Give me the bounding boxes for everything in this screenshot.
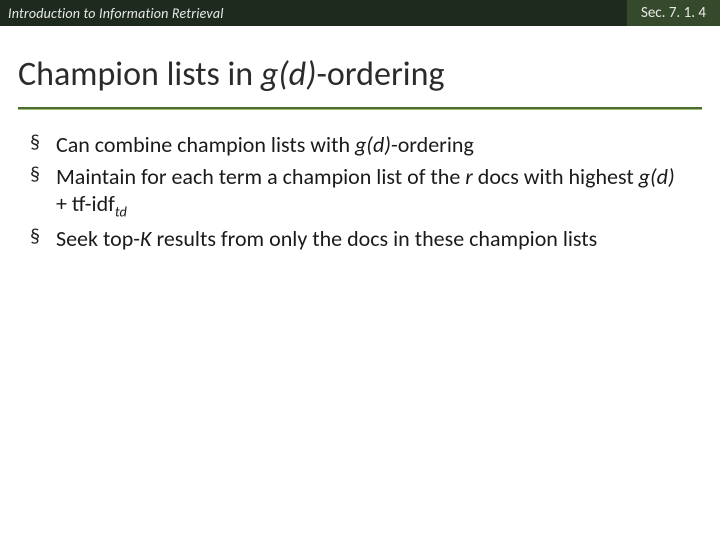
slide-title: Champion lists in g(d)-ordering (18, 54, 702, 95)
bullet-text: results from only the docs in these cham… (151, 225, 597, 252)
bullet-sub-td: td (115, 202, 127, 220)
bullet-item: Seek top-K results from only the docs in… (30, 225, 690, 253)
bullet-text: Maintain for each term a champion list o… (56, 163, 465, 190)
bullet-r: r (465, 163, 473, 190)
bullet-k: K (140, 225, 151, 252)
title-wrap: Champion lists in g(d)-ordering (0, 26, 720, 101)
content-area: Can combine champion lists with g(d)-ord… (0, 109, 720, 253)
bullet-gd: g(d) (355, 131, 391, 158)
bullet-item: Maintain for each term a champion list o… (30, 163, 690, 222)
bullet-list: Can combine champion lists with g(d)-ord… (30, 131, 690, 253)
slide: Introduction to Information Retrieval Se… (0, 0, 720, 540)
bullet-text: docs with highest (473, 163, 639, 190)
header-right-section-badge: Sec. 7. 1. 4 (627, 0, 720, 26)
header-left: Introduction to Information Retrieval (0, 5, 224, 22)
bullet-item: Can combine champion lists with g(d)-ord… (30, 131, 690, 159)
bullet-text: + tf-idf (56, 190, 115, 217)
bullet-gd: g(d) (639, 163, 675, 190)
bullet-text: Seek top- (56, 225, 140, 252)
bullet-text: -ordering (391, 131, 474, 158)
bullet-text: Can combine champion lists with (56, 131, 355, 158)
title-gd: g(d) (261, 54, 317, 95)
title-post: -ordering (316, 54, 444, 95)
header-bar: Introduction to Information Retrieval Se… (0, 0, 720, 26)
title-pre: Champion lists in (18, 54, 261, 95)
